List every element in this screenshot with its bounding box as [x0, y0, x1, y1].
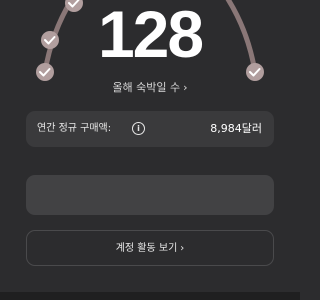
- view-account-activity-label: 계정 활동 보기: [115, 243, 178, 254]
- nights-caption-link[interactable]: 올해 숙박일 수 ›: [0, 80, 300, 96]
- annual-spend-card: 연간 정규 구매액: i 8,984달러: [26, 111, 274, 147]
- annual-spend-label: 연간 정규 구매액:: [37, 123, 112, 134]
- bottom-bar: [0, 292, 300, 300]
- chevron-right-icon: ›: [180, 243, 185, 254]
- view-account-activity-button[interactable]: 계정 활동 보기 ›: [26, 230, 274, 266]
- nights-count: 128: [97, 0, 204, 71]
- info-icon[interactable]: i: [132, 122, 145, 135]
- placeholder-card: [26, 175, 274, 215]
- chevron-right-icon: ›: [183, 81, 188, 94]
- annual-spend-value: 8,984달러: [210, 122, 262, 135]
- nights-caption-label: 올해 숙박일 수: [112, 81, 181, 94]
